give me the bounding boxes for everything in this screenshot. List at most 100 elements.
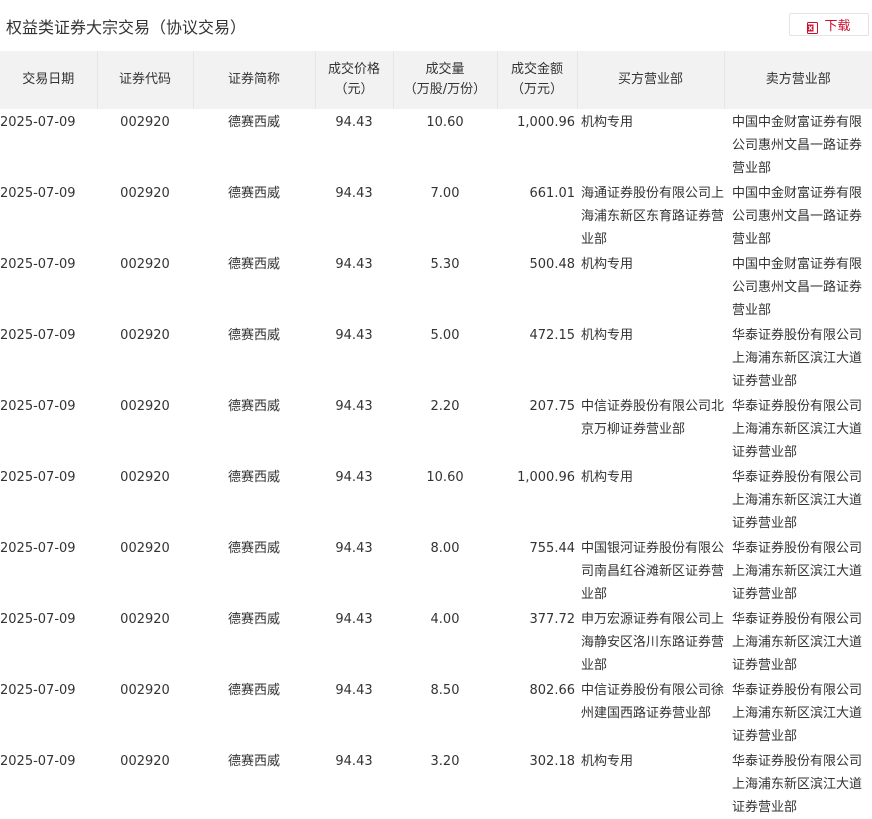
cell-text: 94.43 (315, 324, 393, 347)
cell-text: 德赛西威 (193, 182, 315, 205)
column-header-line: 成交价格 (316, 60, 393, 80)
cell-text: 机构专用 (581, 111, 724, 134)
cell-text: 2.20 (393, 395, 497, 418)
cell-buyer-branch: 机构专用 (577, 322, 724, 393)
cell-security-code: 002920 (97, 180, 193, 251)
cell-text: 华泰证券股份有限公司上海浦东新区滨江大道证券营业部 (732, 395, 872, 464)
cell-text: 10.60 (393, 466, 497, 489)
cell-text: 94.43 (315, 111, 393, 134)
cell-text: 德赛西威 (193, 253, 315, 276)
cell-text: 中国中金财富证券有限公司惠州文昌一路证券营业部 (732, 111, 872, 180)
cell-text: 802.66 (497, 679, 575, 702)
table-row: 2025-07-09002920德赛西威94.438.50802.66中信证券股… (0, 677, 872, 748)
cell-trade-date: 2025-07-09 (0, 393, 97, 464)
cell-text: 中国银河证券股份有限公司南昌红谷滩新区证券营业部 (581, 537, 724, 606)
cell-trade-price: 94.43 (315, 464, 393, 535)
cell-trade-date: 2025-07-09 (0, 606, 97, 677)
cell-text: 002920 (97, 537, 193, 560)
cell-text: 4.00 (393, 608, 497, 631)
column-header-line: 证券简称 (194, 70, 315, 90)
cell-text: 3.20 (393, 750, 497, 773)
table-row: 2025-07-09002920德赛西威94.433.20302.18 机构专用华… (0, 748, 872, 819)
cell-text: 2025-07-09 (0, 324, 97, 347)
cell-security-code: 002920 (97, 393, 193, 464)
cell-seller-branch: 华泰证券股份有限公司上海浦东新区滨江大道证券营业部 (724, 322, 872, 393)
cell-text: 中国中金财富证券有限公司惠州文昌一路证券营业部 (732, 182, 872, 251)
cell-security-code: 002920 (97, 748, 193, 819)
cell-text: 377.72 (497, 608, 575, 631)
cell-seller-branch: 华泰证券股份有限公司上海浦东新区滨江大道证券营业部 (724, 677, 872, 748)
cell-seller-branch: 华泰证券股份有限公司上海浦东新区滨江大道证券营业部 (724, 606, 872, 677)
download-button[interactable]: 下载 (789, 13, 869, 36)
cell-trade-price: 94.43 (315, 606, 393, 677)
cell-trade-price: 94.43 (315, 748, 393, 819)
cell-security-name: 德赛西威 (193, 535, 315, 606)
cell-security-name: 德赛西威 (193, 322, 315, 393)
cell-text: 机构专用 (581, 324, 724, 347)
cell-text: 5.00 (393, 324, 497, 347)
table-row: 2025-07-09002920德赛西威94.432.20207.75中信证券股… (0, 393, 872, 464)
cell-text: 10.60 (393, 111, 497, 134)
cell-trade-amount: 472.15 (497, 322, 577, 393)
cell-text: 2025-07-09 (0, 679, 97, 702)
title-bar: 权益类证券大宗交易（协议交易） 下载 (0, 0, 872, 50)
cell-trade-date: 2025-07-09 (0, 180, 97, 251)
cell-text: 002920 (97, 253, 193, 276)
table-row: 2025-07-09002920德赛西威94.437.00661.01海通证券股… (0, 180, 872, 251)
cell-text: 002920 (97, 395, 193, 418)
column-header-line: （万元） (498, 80, 577, 100)
cell-buyer-branch: 机构专用 (577, 464, 724, 535)
cell-security-code: 002920 (97, 251, 193, 322)
column-header-line: 证券代码 (98, 70, 193, 90)
cell-trade-price: 94.43 (315, 109, 393, 180)
cell-trade-volume: 3.20 (393, 748, 497, 819)
cell-text: 94.43 (315, 679, 393, 702)
cell-trade-amount: 1,000.96 (497, 109, 577, 180)
cell-text: 302.18 (497, 750, 575, 773)
block-trade-table: 交易日期证券代码证券简称成交价格（元）成交量（万股/万份）成交金额（万元）买方营… (0, 51, 872, 819)
cell-text: 94.43 (315, 395, 393, 418)
cell-text: 德赛西威 (193, 750, 315, 773)
cell-trade-volume: 4.00 (393, 606, 497, 677)
table-row: 2025-07-09002920德赛西威94.438.00755.44中国银河证… (0, 535, 872, 606)
cell-text: 2025-07-09 (0, 395, 97, 418)
cell-text: 机构专用 (581, 750, 724, 773)
cell-security-name: 德赛西威 (193, 606, 315, 677)
cell-text: 德赛西威 (193, 537, 315, 560)
column-header-trade-volume: 成交量（万股/万份） (393, 51, 497, 109)
cell-text: 002920 (97, 750, 193, 773)
cell-trade-date: 2025-07-09 (0, 251, 97, 322)
cell-buyer-branch: 中国银河证券股份有限公司南昌红谷滩新区证券营业部 (577, 535, 724, 606)
cell-trade-price: 94.43 (315, 180, 393, 251)
column-header-line: （元） (316, 80, 393, 100)
cell-buyer-branch: 海通证券股份有限公司上海浦东新区东育路证券营业部 (577, 180, 724, 251)
cell-text: 8.00 (393, 537, 497, 560)
cell-text: 8.50 (393, 679, 497, 702)
cell-security-name: 德赛西威 (193, 180, 315, 251)
cell-text: 2025-07-09 (0, 750, 97, 773)
cell-trade-volume: 10.60 (393, 109, 497, 180)
cell-text: 002920 (97, 111, 193, 134)
cell-trade-date: 2025-07-09 (0, 109, 97, 180)
cell-text: 华泰证券股份有限公司上海浦东新区滨江大道证券营业部 (732, 750, 872, 819)
cell-trade-volume: 5.00 (393, 322, 497, 393)
cell-text: 2025-07-09 (0, 253, 97, 276)
cell-text: 申万宏源证券有限公司上海静安区洛川东路证券营业部 (581, 608, 724, 677)
excel-download-icon (807, 19, 818, 31)
cell-trade-price: 94.43 (315, 322, 393, 393)
cell-trade-price: 94.43 (315, 535, 393, 606)
cell-security-code: 002920 (97, 109, 193, 180)
cell-seller-branch: 华泰证券股份有限公司上海浦东新区滨江大道证券营业部 (724, 464, 872, 535)
cell-text: 755.44 (497, 537, 575, 560)
table-body: 2025-07-09002920德赛西威94.4310.601,000.96机构… (0, 109, 872, 819)
cell-text: 德赛西威 (193, 324, 315, 347)
cell-seller-branch: 中国中金财富证券有限公司惠州文昌一路证券营业部 (724, 180, 872, 251)
cell-text: 华泰证券股份有限公司上海浦东新区滨江大道证券营业部 (732, 537, 872, 606)
cell-text: 002920 (97, 324, 193, 347)
table-row: 2025-07-09002920德赛西威94.434.00377.72申万宏源证… (0, 606, 872, 677)
cell-security-name: 德赛西威 (193, 109, 315, 180)
column-header-line: 交易日期 (0, 70, 97, 90)
cell-trade-volume: 8.00 (393, 535, 497, 606)
cell-trade-volume: 2.20 (393, 393, 497, 464)
cell-trade-volume: 5.30 (393, 251, 497, 322)
